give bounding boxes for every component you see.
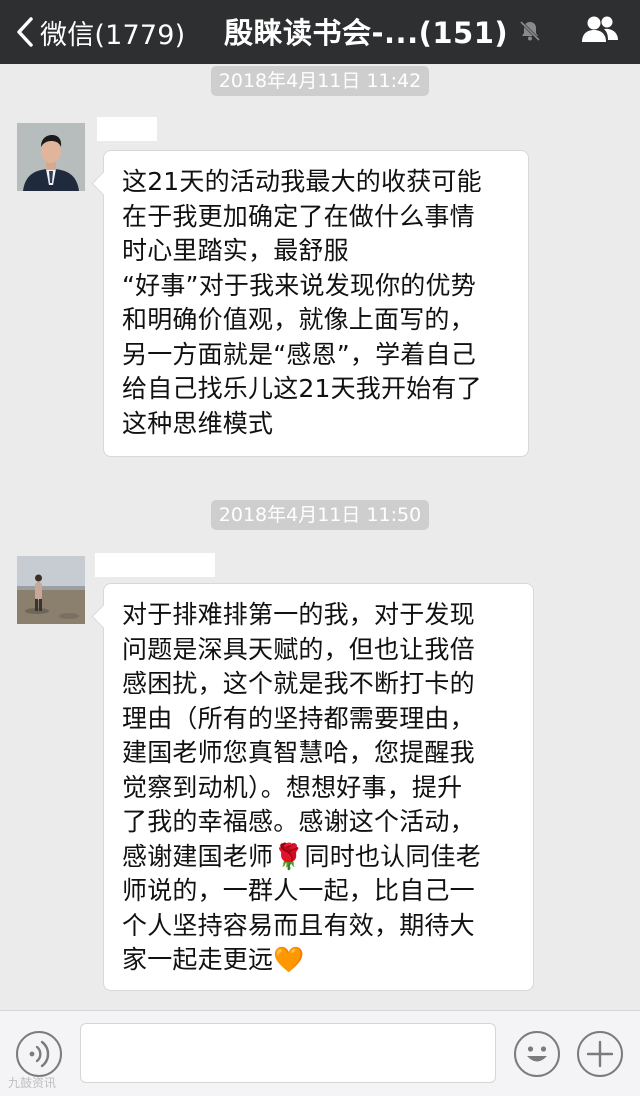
message-line: 觉察到动机）。想想好事，提升 bbox=[122, 772, 463, 802]
group-members-icon[interactable] bbox=[580, 14, 620, 44]
message-line: 建国老师您真智慧哈，您提醒我 bbox=[122, 738, 475, 767]
sender-name bbox=[95, 553, 215, 577]
message-line: 对于排难排第一的我，对于发现 bbox=[122, 600, 475, 629]
chat-header: 微信(1779) 殷睐读书会-...(151) bbox=[0, 0, 640, 64]
message-line: 这种思维模式 bbox=[122, 408, 274, 438]
input-bar bbox=[0, 1010, 640, 1096]
chat-title-area: 殷睐读书会-...(151) bbox=[224, 8, 542, 54]
message-line: 师说的，一群人一起，比自己一 bbox=[122, 876, 475, 905]
avatar[interactable] bbox=[17, 123, 85, 191]
message-line: 个人坚持容易而且有效，期待大 bbox=[122, 910, 475, 940]
message-line: 家一起走更远🧡 bbox=[122, 945, 305, 974]
voice-button[interactable] bbox=[16, 1031, 62, 1077]
mute-bell-icon bbox=[520, 20, 541, 42]
message-bubble[interactable]: 这21天的活动我最大的收获可能 在于我更加确定了在做什么事情 时心里踏实，最舒服… bbox=[103, 150, 529, 457]
message-line: 感困扰，这个就是我不断打卡的 bbox=[122, 669, 475, 698]
voice-icon bbox=[29, 1040, 50, 1068]
avatar[interactable] bbox=[17, 556, 85, 624]
back-label: 微信(1779) bbox=[40, 19, 186, 51]
sender-name bbox=[97, 117, 157, 141]
message-line: “好事”对于我来说发现你的优势 bbox=[122, 270, 476, 300]
message-input[interactable] bbox=[80, 1023, 496, 1083]
timestamp: 2018年4月11日 11:42 bbox=[211, 66, 429, 96]
chevron-left-icon bbox=[17, 17, 33, 47]
message-bubble[interactable]: 对于排难排第一的我，对于发现 问题是深具天赋的，但也让我倍 感困扰，这个就是我不… bbox=[103, 583, 534, 991]
back-button[interactable]: 微信(1779) bbox=[14, 10, 185, 54]
watermark: 九鼓资讯 bbox=[8, 1076, 57, 1090]
beach-person-avatar bbox=[17, 556, 85, 624]
message-line: 和明确价值观，就像上面写的， bbox=[122, 305, 475, 334]
plus-button[interactable] bbox=[577, 1031, 623, 1077]
message-line: 给自己找乐儿这21天我开始有了 bbox=[122, 374, 482, 403]
message-line: 在于我更加确定了在做什么事情 bbox=[122, 201, 475, 231]
message-line: 感谢建国老师🌹同时也认同佳老 bbox=[122, 841, 481, 871]
timestamp: 2018年4月11日 11:50 bbox=[211, 500, 429, 530]
chat-title: 殷睐读书会-...(151) bbox=[224, 16, 509, 50]
message-line: 问题是深具天赋的，但也让我倍 bbox=[122, 634, 475, 664]
emoji-icon bbox=[527, 1046, 547, 1062]
message-line: 另一方面就是“感恩”，学着自己 bbox=[122, 339, 476, 369]
person-suit-avatar bbox=[17, 123, 85, 191]
message-line: 时心里踏实，最舒服 bbox=[122, 236, 349, 265]
plus-icon bbox=[586, 1040, 614, 1068]
message-line: 了我的幸福感。感谢这个活动， bbox=[122, 807, 475, 836]
message-line: 理由（所有的坚持都需要理由， bbox=[122, 703, 475, 733]
message-line: 这21天的活动我最大的收获可能 bbox=[122, 167, 482, 196]
emoji-button[interactable] bbox=[514, 1031, 560, 1077]
